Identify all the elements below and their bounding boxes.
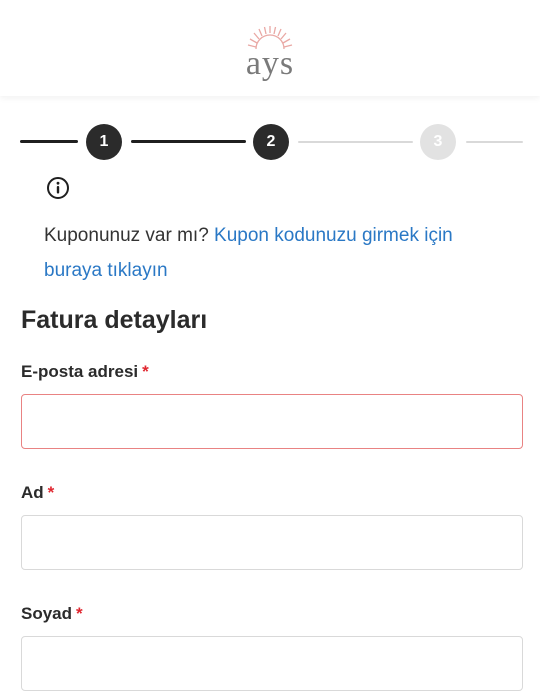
email-label-text: E-posta adresi [21, 362, 139, 381]
last-name-label: Soyad * [21, 604, 83, 624]
coupon-notice: Kuponunuz var mı? Kupon kodunuzu girmek … [44, 218, 464, 288]
required-mark: * [142, 362, 149, 381]
billing-title: Fatura detayları [21, 306, 208, 334]
step-connector-0 [20, 140, 78, 143]
required-mark: * [47, 483, 55, 502]
required-mark: * [76, 604, 83, 623]
site-header: ays [0, 0, 540, 96]
step-1-indicator[interactable]: 1 [86, 124, 122, 160]
email-field[interactable] [21, 394, 523, 449]
first-name-label: Ad * [21, 483, 54, 503]
brand-logo[interactable]: ays [230, 13, 310, 83]
step-2-indicator[interactable]: 2 [253, 124, 289, 160]
first-name-label-text: Ad [21, 483, 44, 502]
step-3-indicator: 3 [420, 124, 456, 160]
info-icon [45, 175, 71, 201]
logo-text: ays [245, 45, 295, 82]
email-label: E-posta adresi * [21, 362, 149, 382]
step-connector-1 [131, 140, 246, 143]
coupon-prompt: Kuponunuz var mı? [44, 225, 209, 246]
step-connector-2 [298, 141, 413, 143]
last-name-field[interactable] [21, 636, 523, 691]
step-connector-3 [466, 141, 523, 143]
first-name-field[interactable] [21, 515, 523, 570]
last-name-label-text: Soyad [21, 604, 73, 623]
checkout-progress: 1 2 3 [0, 122, 540, 162]
